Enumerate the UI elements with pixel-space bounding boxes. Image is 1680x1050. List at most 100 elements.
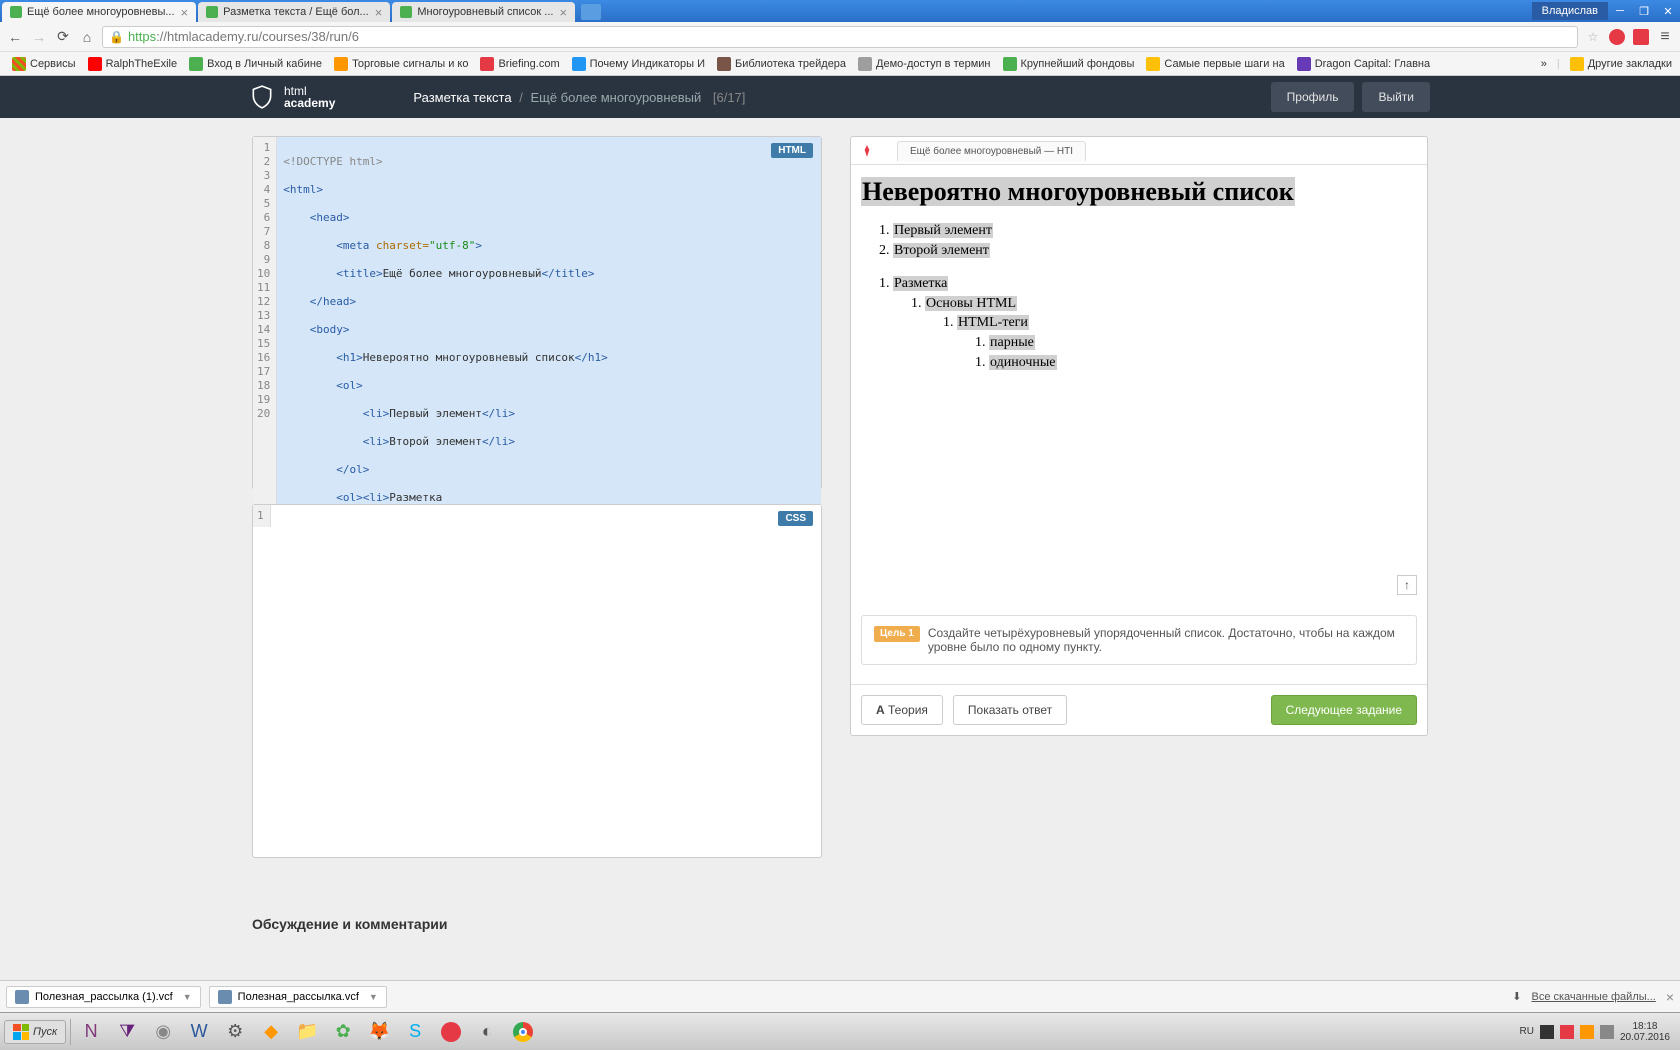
preview-tab-bar: Ещё более многоуровневый — HTI	[851, 137, 1427, 165]
goal-badge: Цель 1	[874, 626, 920, 642]
css-badge: CSS	[778, 511, 813, 526]
html-editor[interactable]: HTML 1234567891011121314151617181920 <!D…	[252, 136, 822, 490]
close-icon[interactable]: ×	[559, 5, 567, 20]
close-icon[interactable]: ×	[1666, 989, 1674, 1005]
home-icon[interactable]: ⌂	[78, 28, 96, 46]
bookmark-item[interactable]: Демо-доступ в термин	[854, 57, 994, 71]
tray-icon[interactable]	[1560, 1025, 1574, 1039]
url-input[interactable]: 🔒 https://htmlacademy.ru/courses/38/run/…	[102, 26, 1578, 48]
app-icon[interactable]: ◆	[255, 1017, 287, 1047]
tray-icon[interactable]	[1600, 1025, 1614, 1039]
scroll-top-icon[interactable]: ↑	[1397, 575, 1417, 595]
site-icon	[334, 57, 348, 71]
task-counter: [6/17]	[713, 90, 746, 105]
header-actions: Профиль Выйти	[1271, 82, 1430, 112]
goal-box: Цель 1 Создайте четырёхуровневый упорядо…	[861, 615, 1417, 665]
logo[interactable]: html academy	[230, 83, 353, 111]
reload-icon[interactable]: ⟳	[54, 28, 72, 46]
chrome-icon[interactable]	[507, 1017, 539, 1047]
maximize-icon[interactable]: ❐	[1632, 2, 1656, 20]
bookmark-item[interactable]: Самые первые шаги на	[1142, 57, 1288, 71]
apps-button[interactable]: Сервисы	[8, 57, 80, 71]
code-area[interactable]	[271, 505, 821, 527]
back-icon[interactable]: ←	[6, 28, 24, 46]
app-icon[interactable]: ⚙	[219, 1017, 251, 1047]
bookmark-item[interactable]: Торговые сигналы и ко	[330, 57, 472, 71]
bookmark-item[interactable]: Dragon Capital: Главна	[1293, 57, 1434, 71]
app-icon[interactable]: ◐	[471, 1017, 503, 1047]
url-host: ://htmlacademy.ru	[156, 29, 258, 44]
media-icon[interactable]: ◉	[147, 1017, 179, 1047]
theory-button[interactable]: A Теория	[861, 695, 943, 725]
chevron-down-icon[interactable]: ▼	[369, 992, 378, 1002]
css-editor[interactable]: CSS 1	[252, 504, 822, 858]
download-item[interactable]: Полезная_рассылка (1).vcf ▼	[6, 986, 201, 1008]
onenote-icon[interactable]: N	[75, 1017, 107, 1047]
site-icon	[1297, 57, 1311, 71]
youtube-icon	[88, 57, 102, 71]
explorer-icon[interactable]: 📁	[291, 1017, 323, 1047]
preview-heading: Невероятно многоуровневый список	[861, 177, 1417, 207]
preview-list-1: Первый элемент Второй элемент	[861, 221, 1417, 260]
logout-button[interactable]: Выйти	[1362, 82, 1430, 112]
window-titlebar: Ещё более многоуровневы... × Разметка те…	[0, 0, 1680, 22]
other-bookmarks[interactable]: Другие закладки	[1588, 58, 1672, 70]
bookmarks-more-icon[interactable]: »	[1541, 58, 1547, 70]
clock[interactable]: 18:18 20.07.2016	[1620, 1021, 1670, 1043]
download-item[interactable]: Полезная_рассылка.vcf ▼	[209, 986, 387, 1008]
preview-list-2: Разметка Основы HTML HTML-теги парные од…	[861, 274, 1417, 372]
editors-column: HTML 1234567891011121314151617181920 <!D…	[252, 136, 822, 858]
minimize-icon[interactable]: ─	[1608, 2, 1632, 20]
word-icon[interactable]: W	[183, 1017, 215, 1047]
chevron-down-icon[interactable]: ▼	[183, 992, 192, 1002]
titlebar-controls: Владислав ─ ❐ ✕	[1532, 0, 1680, 22]
breadcrumb-course[interactable]: Разметка текста	[413, 90, 511, 105]
bookmark-item[interactable]: RalphTheExile	[84, 57, 182, 71]
chrome-user-button[interactable]: Владислав	[1532, 2, 1608, 20]
bookmark-item[interactable]: Библиотека трейдера	[713, 57, 850, 71]
preview-tab[interactable]: Ещё более многоуровневый — HTI	[897, 141, 1086, 161]
save-extension-icon[interactable]	[1632, 28, 1650, 46]
chrome-menu-icon[interactable]: ≡	[1656, 28, 1674, 46]
next-task-button[interactable]: Следующее задание	[1271, 695, 1417, 725]
profile-button[interactable]: Профиль	[1271, 82, 1355, 112]
all-downloads-link[interactable]: Все скачанные файлы...	[1531, 991, 1655, 1003]
bookmarks-bar: Сервисы RalphTheExile Вход в Личный каби…	[0, 52, 1680, 76]
forward-icon[interactable]: →	[30, 28, 48, 46]
close-icon[interactable]: ×	[181, 5, 189, 20]
site-icon	[189, 57, 203, 71]
browser-tab-2[interactable]: Разметка текста / Ещё бол... ×	[198, 2, 390, 22]
site-icon	[480, 57, 494, 71]
browser-tab-1[interactable]: Ещё более многоуровневы... ×	[2, 2, 196, 22]
downloads-bar: Полезная_рассылка (1).vcf ▼ Полезная_рас…	[0, 980, 1680, 1012]
tray-icon[interactable]	[1580, 1025, 1594, 1039]
bookmark-item[interactable]: Крупнейший фондовы	[999, 57, 1139, 71]
tray-icon[interactable]	[1540, 1025, 1554, 1039]
visualstudio-icon[interactable]: ⧩	[111, 1017, 143, 1047]
apps-icon	[12, 57, 26, 71]
icq-icon[interactable]: ✿	[327, 1017, 359, 1047]
close-icon[interactable]: ×	[375, 5, 383, 20]
window-close-icon[interactable]: ✕	[1656, 2, 1680, 20]
folder-icon	[1570, 57, 1584, 71]
start-button[interactable]: Пуск	[4, 1020, 66, 1044]
opera-extension-icon[interactable]	[1608, 28, 1626, 46]
bookmark-item[interactable]: Вход в Личный кабине	[185, 57, 326, 71]
opera-icon[interactable]	[435, 1017, 467, 1047]
system-tray: RU 18:18 20.07.2016	[1519, 1021, 1676, 1043]
tab-label: Ещё более многоуровневы...	[27, 6, 175, 18]
bookmark-item[interactable]: Briefing.com	[476, 57, 563, 71]
browser-tab-3[interactable]: Многоуровневый список ... ×	[392, 2, 575, 22]
tab-label: Многоуровневый список ...	[417, 6, 553, 18]
site-header: html academy Разметка текста / Ещё более…	[0, 76, 1680, 118]
bookmark-item[interactable]: Почему Индикаторы И	[568, 57, 709, 71]
show-answer-button[interactable]: Показать ответ	[953, 695, 1067, 725]
site-icon	[1003, 57, 1017, 71]
browser-tabs: Ещё более многоуровневы... × Разметка те…	[0, 0, 601, 22]
skype-icon[interactable]: S	[399, 1017, 431, 1047]
firefox-icon[interactable]: 🦊	[363, 1017, 395, 1047]
new-tab-button[interactable]	[581, 4, 601, 20]
bookmark-star-icon[interactable]: ☆	[1584, 28, 1602, 46]
site-icon	[1146, 57, 1160, 71]
language-indicator[interactable]: RU	[1519, 1026, 1533, 1037]
